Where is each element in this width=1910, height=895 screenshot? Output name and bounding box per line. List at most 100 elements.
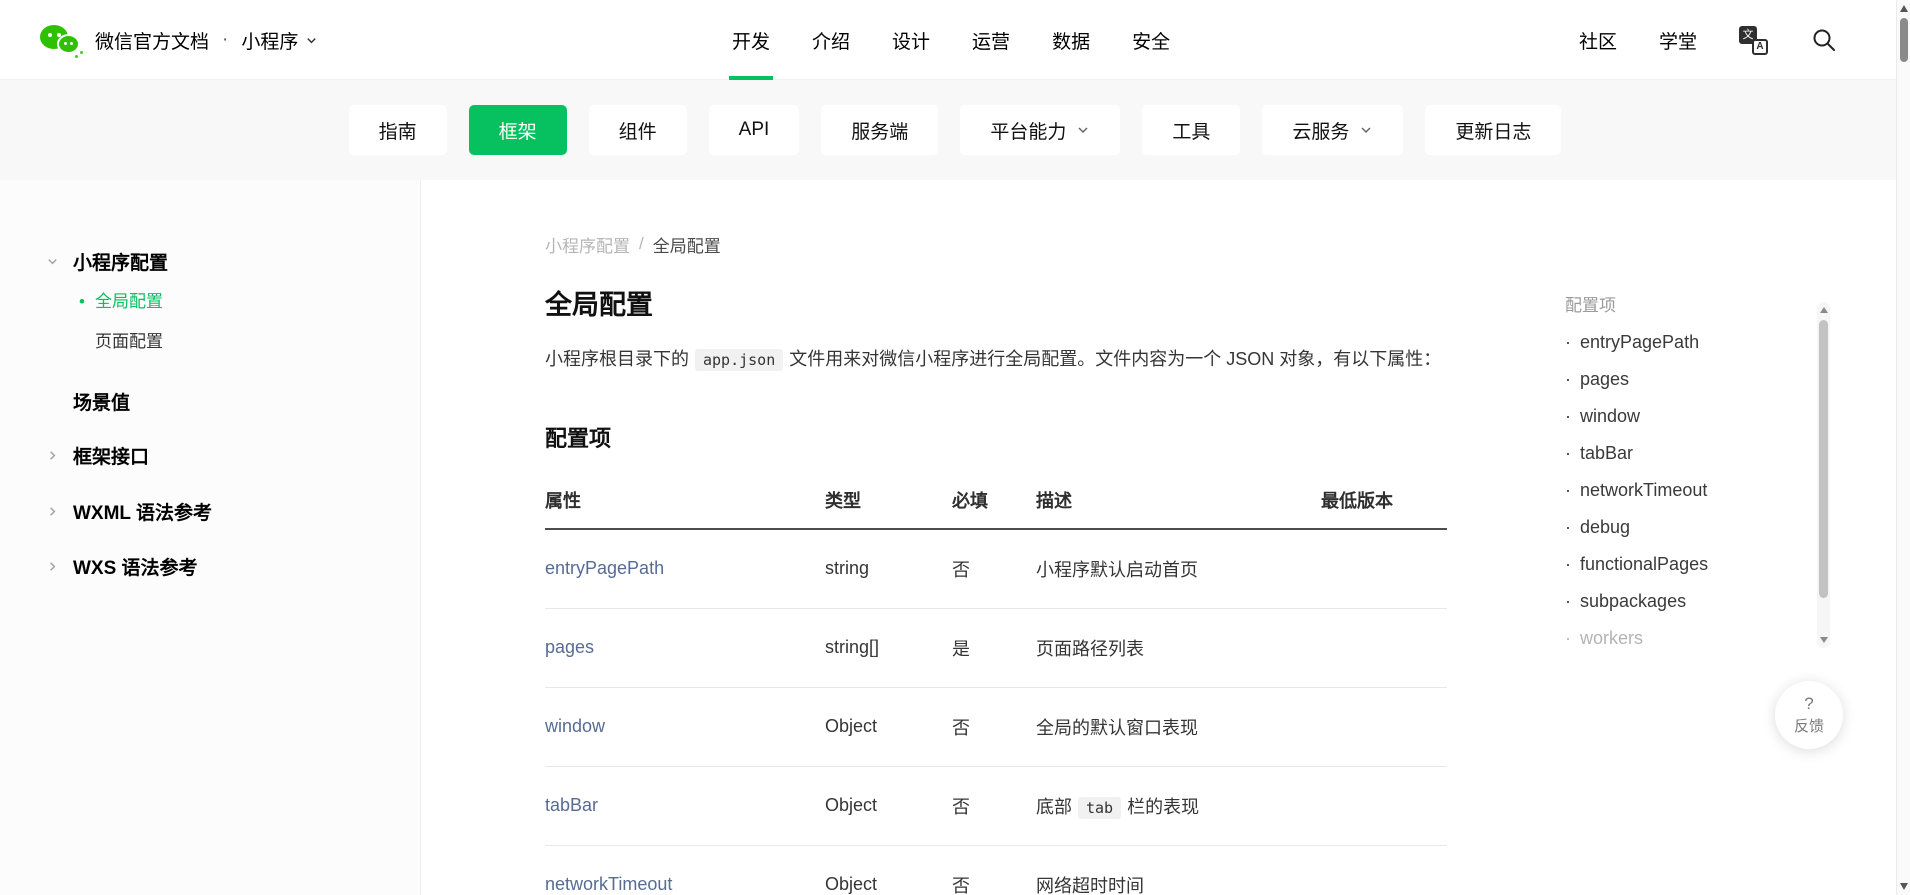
subnav-label: 指南 bbox=[378, 121, 417, 143]
academy-link[interactable]: 学堂 bbox=[1659, 27, 1697, 54]
sidebar-item-page-config[interactable]: 页面配置 bbox=[0, 322, 420, 362]
toc-item-label: entryPagePath bbox=[1580, 332, 1700, 352]
feedback-button[interactable]: ? 反馈 bbox=[1775, 681, 1843, 749]
desc-code: tab bbox=[1078, 796, 1122, 819]
prop-link-tabBar[interactable]: tabBar bbox=[545, 795, 598, 815]
scrollbar-thumb[interactable] bbox=[1900, 18, 1908, 62]
breadcrumb-divider: / bbox=[639, 234, 644, 253]
subnav-label: 平台能力 bbox=[990, 121, 1067, 143]
sidebar-item-wxs-reference[interactable]: WXS 语法参考 bbox=[0, 547, 420, 585]
toc-item-networkTimeout[interactable]: · networkTimeout bbox=[1565, 472, 1811, 509]
browser-scrollbar[interactable] bbox=[1896, 0, 1910, 895]
toc-item-window[interactable]: · window bbox=[1565, 398, 1811, 435]
top-nav-item-operation[interactable]: 运营 bbox=[972, 0, 1010, 80]
chevron-right-icon bbox=[46, 560, 73, 573]
inline-code: app.json bbox=[695, 349, 784, 371]
community-link[interactable]: 社区 bbox=[1579, 27, 1617, 54]
toc-scrollbar[interactable] bbox=[1817, 302, 1830, 648]
subnav-tools-button[interactable]: 工具 bbox=[1142, 105, 1241, 155]
subnav-server-button[interactable]: 服务端 bbox=[821, 105, 939, 155]
chevron-down-icon bbox=[1361, 127, 1371, 134]
table-row: networkTimeout Object 否 网络超时时间 bbox=[545, 845, 1447, 895]
scroll-down-icon[interactable] bbox=[1820, 637, 1828, 643]
breadcrumb-parent[interactable]: 小程序配置 bbox=[545, 232, 630, 257]
toc-scrollbar-thumb[interactable] bbox=[1819, 320, 1828, 598]
sidebar-item-label: WXS 语法参考 bbox=[73, 557, 198, 579]
toc-item-workers[interactable]: · workers bbox=[1565, 620, 1811, 648]
intro-paragraph: 小程序根目录下的 app.json 文件用来对微信小程序进行全局配置。文件内容为一个… bbox=[545, 347, 1447, 372]
toc-item-label: networkTimeout bbox=[1580, 480, 1708, 500]
subnav-label: API bbox=[738, 119, 770, 140]
title-separator: · bbox=[222, 29, 229, 50]
sidebar-item-framework-api[interactable]: 框架接口 bbox=[0, 436, 420, 474]
toc-item-pages[interactable]: · pages bbox=[1565, 361, 1811, 398]
prop-link-networkTimeout[interactable]: networkTimeout bbox=[545, 874, 672, 894]
page: 微信官方文档 · 小程序 开发 介绍 设计 运营 数据 安全 社区 学堂 文 A bbox=[0, 0, 1910, 895]
toc-item-label: tabBar bbox=[1580, 443, 1634, 463]
translate-icon[interactable]: 文 A bbox=[1739, 25, 1768, 55]
sidebar-item-wxml-reference[interactable]: WXML 语法参考 bbox=[0, 492, 420, 530]
scroll-up-icon[interactable] bbox=[1900, 5, 1908, 12]
top-nav-item-develop[interactable]: 开发 bbox=[732, 0, 770, 80]
toc-item-functionalPages[interactable]: · functionalPages bbox=[1565, 546, 1811, 583]
col-header-type: 类型 bbox=[825, 471, 952, 530]
toc-item-entryPagePath[interactable]: · entryPagePath bbox=[1565, 324, 1811, 361]
top-nav-item-design[interactable]: 设计 bbox=[892, 0, 930, 80]
toc: 配置项 · entryPagePath · pages · window · tabBa… bbox=[1565, 180, 1811, 648]
toc-bullet: · bbox=[1565, 628, 1571, 648]
subnav-framework-button[interactable]: 框架 bbox=[468, 105, 567, 155]
sidebar-item-scene-values[interactable]: 场景值 bbox=[0, 382, 420, 420]
cell-desc: 页面路径列表 bbox=[1036, 608, 1321, 688]
sidebar-item-label: 全局配置 bbox=[95, 292, 163, 311]
chevron-down-icon bbox=[1078, 127, 1088, 134]
prop-link-pages[interactable]: pages bbox=[545, 637, 594, 657]
sidebar-item-global-config[interactable]: • 全局配置 bbox=[0, 282, 420, 322]
chevron-down-icon bbox=[307, 37, 317, 43]
cell-required: 否 bbox=[952, 529, 1036, 609]
subnav-label: 服务端 bbox=[851, 121, 909, 143]
prop-link-entryPagePath[interactable]: entryPagePath bbox=[545, 558, 664, 578]
chevron-right-icon bbox=[46, 505, 73, 518]
toc-list: · entryPagePath · pages · window · tabBar · n… bbox=[1565, 324, 1811, 648]
scroll-up-icon[interactable] bbox=[1820, 307, 1828, 313]
toc-item-debug[interactable]: · debug bbox=[1565, 509, 1811, 546]
table-row: tabBar Object 否 底部 tab 栏的表现 bbox=[545, 766, 1447, 846]
toc-bullet: · bbox=[1565, 406, 1571, 426]
subnav-changelog-button[interactable]: 更新日志 bbox=[1425, 105, 1562, 155]
scroll-down-icon[interactable] bbox=[1900, 883, 1908, 890]
toc-item-subpackages[interactable]: · subpackages bbox=[1565, 583, 1811, 620]
site-logo-home-link[interactable]: 微信官方文档 · 小程序 bbox=[40, 0, 318, 80]
search-icon[interactable] bbox=[1810, 26, 1838, 54]
doc-subnav: 指南 框架 组件 API 服务端 平台能力 工具 云服务 更新日志 bbox=[0, 80, 1910, 180]
subnav-label: 组件 bbox=[618, 121, 657, 143]
sidebar-item-label: 小程序配置 bbox=[73, 252, 169, 274]
toc-item-tabBar[interactable]: · tabBar bbox=[1565, 435, 1811, 472]
product-selector[interactable]: 小程序 bbox=[241, 27, 318, 54]
top-nav-item-security[interactable]: 安全 bbox=[1132, 0, 1170, 80]
feedback-label: 反馈 bbox=[1793, 717, 1824, 735]
table-row: entryPagePath string 否 小程序默认启动首页 bbox=[545, 529, 1447, 609]
subnav-component-button[interactable]: 组件 bbox=[588, 105, 687, 155]
site-title: 微信官方文档 bbox=[95, 31, 210, 53]
cell-type: string bbox=[825, 529, 952, 609]
toc-bullet: · bbox=[1565, 517, 1571, 537]
prop-link-window[interactable]: window bbox=[545, 716, 605, 736]
toc-bullet: · bbox=[1565, 332, 1571, 352]
toc-bullet: · bbox=[1565, 369, 1571, 389]
section-heading: 配置项 bbox=[545, 426, 612, 451]
cell-desc: 全局的默认窗口表现 bbox=[1036, 687, 1321, 767]
col-header-prop: 属性 bbox=[545, 471, 825, 530]
subnav-label: 工具 bbox=[1172, 121, 1211, 143]
top-nav-item-intro[interactable]: 介绍 bbox=[812, 0, 850, 80]
subnav-api-button[interactable]: API bbox=[708, 105, 800, 155]
body-area: 小程序配置 • 全局配置 页面配置 场景值 框架接口 WXML 语法参考 WXS… bbox=[0, 180, 1910, 895]
subnav-cloud-dropdown[interactable]: 云服务 bbox=[1262, 105, 1404, 155]
page-title: 全局配置 bbox=[545, 290, 653, 320]
cell-min-version bbox=[1321, 608, 1447, 688]
subnav-label: 云服务 bbox=[1292, 121, 1350, 143]
subnav-guide-button[interactable]: 指南 bbox=[348, 105, 447, 155]
subnav-platform-dropdown[interactable]: 平台能力 bbox=[960, 105, 1121, 155]
top-nav-item-data[interactable]: 数据 bbox=[1052, 0, 1090, 80]
sidebar-item-miniprogram-config[interactable]: 小程序配置 bbox=[0, 242, 420, 280]
toc-bullet: · bbox=[1565, 480, 1571, 500]
